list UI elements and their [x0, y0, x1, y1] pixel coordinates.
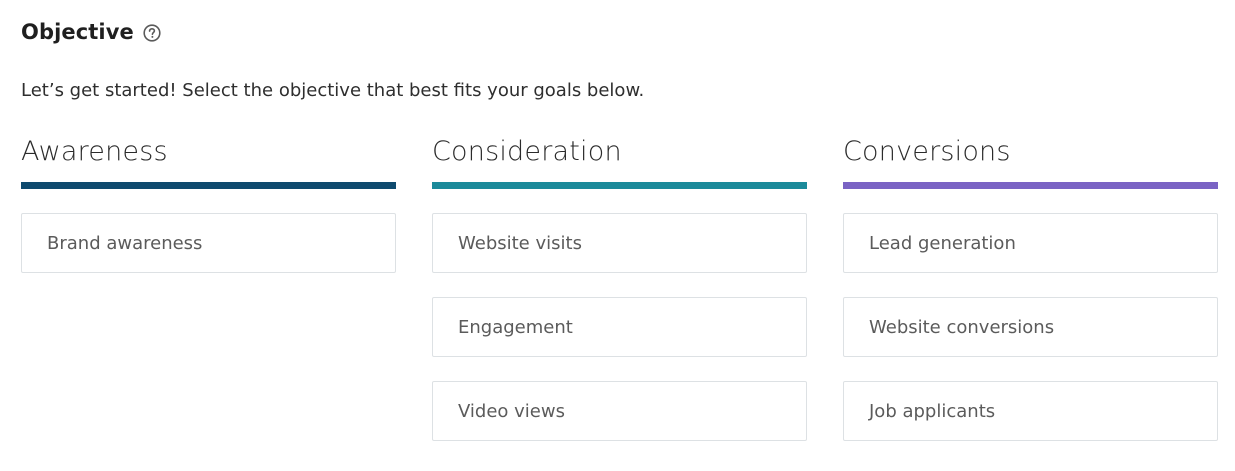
column-heading-consideration: Consideration	[432, 136, 622, 167]
column-conversions: Conversions Lead generation Website conv…	[843, 134, 1218, 441]
column-bar-conversions	[843, 182, 1218, 189]
objective-header: Objective	[21, 20, 161, 44]
objective-columns: Awareness Brand awareness Consideration …	[21, 134, 1218, 441]
column-consideration: Consideration Website visits Engagement …	[432, 134, 807, 441]
column-awareness: Awareness Brand awareness	[21, 134, 396, 441]
objective-job-applicants[interactable]: Job applicants	[843, 381, 1218, 441]
objective-brand-awareness[interactable]: Brand awareness	[21, 213, 396, 273]
question-circle-icon[interactable]	[143, 24, 161, 42]
column-bar-consideration	[432, 182, 807, 189]
objective-lead-generation[interactable]: Lead generation	[843, 213, 1218, 273]
instructions-text: Let’s get started! Select the objective …	[21, 80, 645, 101]
objective-website-conversions[interactable]: Website conversions	[843, 297, 1218, 357]
objective-video-views[interactable]: Video views	[432, 381, 807, 441]
column-heading-awareness: Awareness	[21, 136, 168, 167]
column-bar-awareness	[21, 182, 396, 189]
column-heading-conversions: Conversions	[843, 136, 1011, 167]
page-title: Objective	[21, 20, 134, 44]
objective-engagement[interactable]: Engagement	[432, 297, 807, 357]
objective-website-visits[interactable]: Website visits	[432, 213, 807, 273]
